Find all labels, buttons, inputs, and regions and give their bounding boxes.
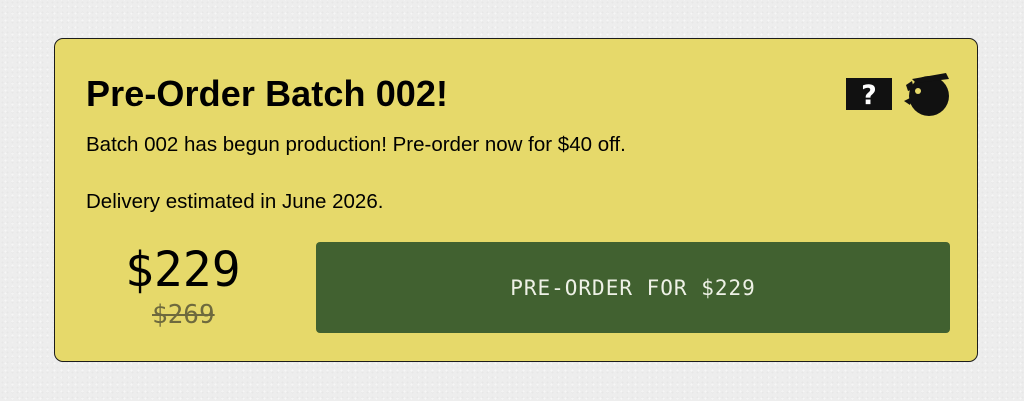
preorder-button[interactable]: PRE-ORDER FOR $229 bbox=[316, 242, 950, 333]
card-description-promo: Batch 002 has begun production! Pre-orde… bbox=[86, 133, 626, 156]
card-description-delivery: Delivery estimated in June 2026. bbox=[86, 190, 384, 213]
logo-question-mark: ? bbox=[861, 80, 877, 111]
card-title: Pre-Order Batch 002! bbox=[86, 73, 449, 114]
preorder-card: Pre-Order Batch 002! ? Batch 002 has beg… bbox=[54, 38, 978, 362]
price-block: $229 $269 bbox=[95, 241, 295, 341]
current-price: $229 bbox=[125, 242, 241, 298]
question-bird-logo-icon: ? bbox=[846, 73, 949, 116]
original-price-strikethrough: $269 bbox=[152, 300, 215, 330]
